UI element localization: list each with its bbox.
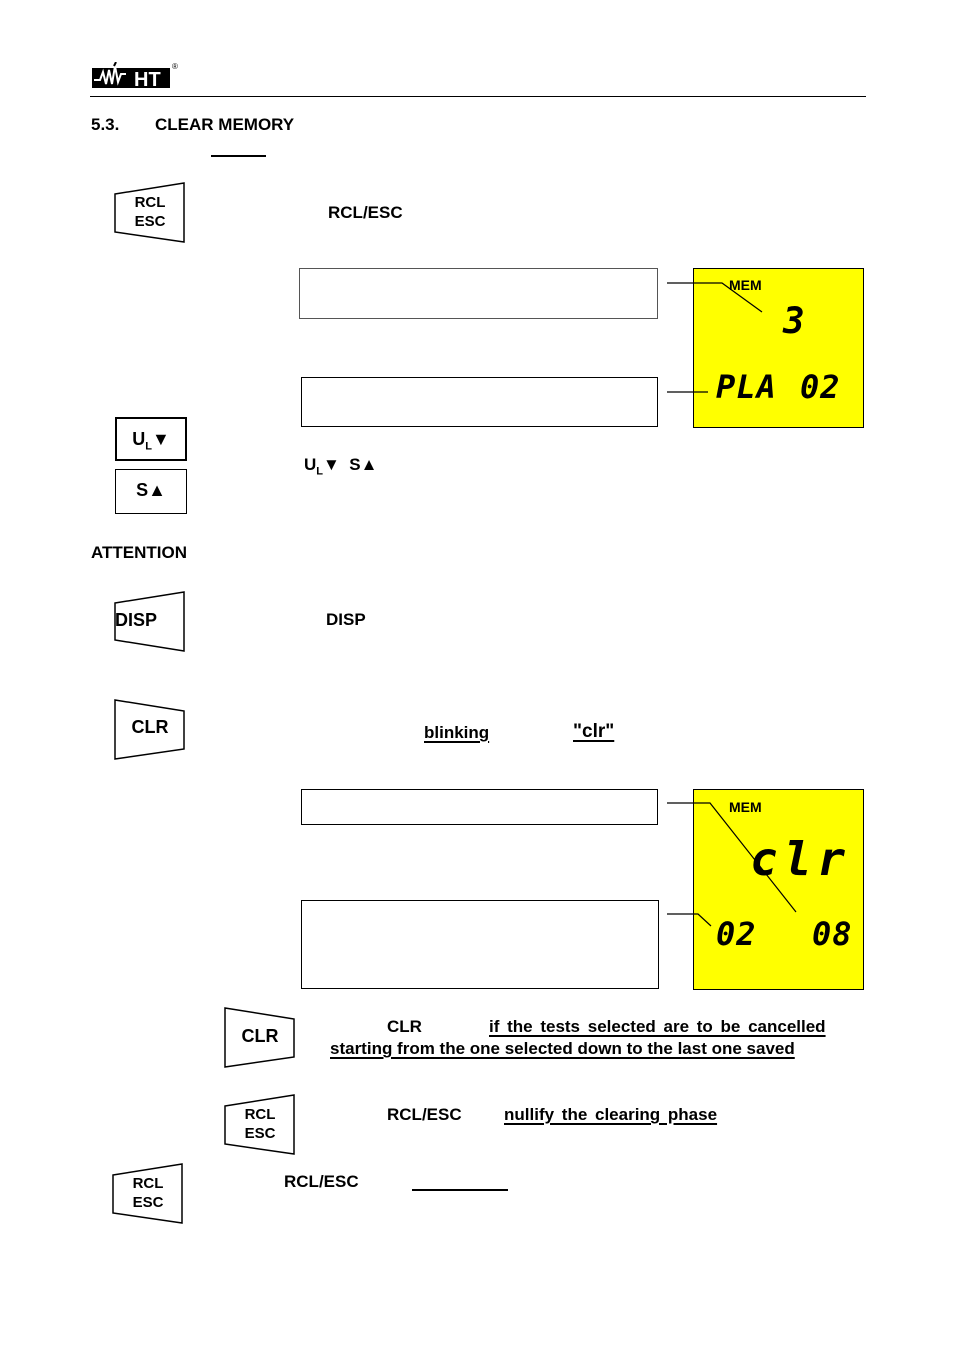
- clr-word: "clr": [573, 721, 615, 742]
- lcd-main-value-2: clr: [750, 832, 852, 886]
- key-label-rcl: RCL: [134, 194, 166, 211]
- header-divider: [90, 96, 866, 97]
- key-label-rcl-2: RCL: [244, 1106, 276, 1123]
- ht-logo-icon: HT: [92, 61, 170, 91]
- ht-logo: HT ®: [92, 61, 178, 91]
- step2-s-text: S▲: [349, 455, 378, 474]
- clr-key-label: CLR: [131, 717, 169, 737]
- lcd-bottom-left: PLA: [716, 368, 777, 406]
- step7-key-text: RCL/ESC: [284, 1172, 359, 1191]
- up-arrow-icon: ▲: [148, 480, 166, 500]
- key-label-esc-3: ESC: [132, 1194, 164, 1211]
- key-label-rcl-3: RCL: [132, 1175, 164, 1192]
- ul-key-sub: L: [145, 440, 152, 453]
- attention-label: ATTENTION: [91, 543, 188, 562]
- step5-text-line1: if the tests selected are to be cancelle…: [489, 1017, 826, 1036]
- ul-key-label: U: [132, 429, 146, 449]
- s-key-label: S: [136, 480, 149, 500]
- section-number: 5.3.: [91, 115, 120, 134]
- disp-key-label: DISP: [114, 610, 157, 630]
- clr-key[interactable]: CLR: [114, 699, 186, 760]
- callout-box-numbers: [301, 900, 659, 989]
- callout-box-pla: [301, 377, 658, 427]
- key-label-esc-2: ESC: [244, 1125, 276, 1142]
- step5-text-line2: starting from the one selected down to t…: [330, 1039, 795, 1058]
- step2-down-arrow-icon: ▼: [323, 455, 340, 474]
- lcd-display-1: MEM 3 PLA 02: [693, 268, 864, 428]
- clr-key-label-2: CLR: [241, 1026, 279, 1046]
- underline-stub-2: [412, 1189, 508, 1191]
- ul-down-key[interactable]: UL▼: [115, 417, 187, 461]
- lcd-mem-label-2: MEM: [729, 799, 762, 815]
- s-up-key[interactable]: S▲: [115, 469, 187, 514]
- down-arrow-icon: ▼: [151, 429, 170, 449]
- callout-box-mem: [299, 268, 658, 319]
- lcd-mem-label: MEM: [729, 277, 762, 293]
- lcd-main-value: 3: [783, 301, 806, 342]
- step2-ul-text: U: [304, 455, 317, 474]
- step2-text: UL▼ S▲: [304, 455, 377, 477]
- lcd-bottom-right: 02: [800, 368, 841, 406]
- step6-key-text: RCL/ESC: [387, 1105, 462, 1124]
- registered-mark: ®: [172, 62, 178, 71]
- disp-key[interactable]: DISP: [114, 591, 186, 652]
- callout-box-mem-2: [301, 789, 658, 825]
- blinking-text: blinking: [424, 723, 490, 742]
- rcl-esc-key-3[interactable]: RCL ESC: [112, 1163, 184, 1224]
- lcd-bottom-right-2: 08: [812, 915, 853, 953]
- step3-text: DISP: [326, 610, 366, 629]
- lcd-display-2: MEM clr 02 08: [693, 789, 864, 990]
- rcl-esc-key-2[interactable]: RCL ESC: [224, 1094, 296, 1155]
- underline-stub: [211, 155, 266, 157]
- step2-ul-sub: L: [316, 465, 324, 478]
- rcl-esc-key[interactable]: RCL ESC: [114, 182, 186, 243]
- clr-key-2[interactable]: CLR: [224, 1007, 296, 1068]
- key-label-esc: ESC: [134, 213, 166, 230]
- step6-text: nullify the clearing phase: [504, 1105, 718, 1124]
- logo-text: HT: [134, 69, 161, 90]
- lcd-bottom-left-2: 02: [716, 915, 757, 953]
- section-title: CLEAR MEMORY: [155, 115, 295, 134]
- step1-text: RCL/ESC: [328, 203, 403, 222]
- step5-key-text: CLR: [387, 1017, 422, 1036]
